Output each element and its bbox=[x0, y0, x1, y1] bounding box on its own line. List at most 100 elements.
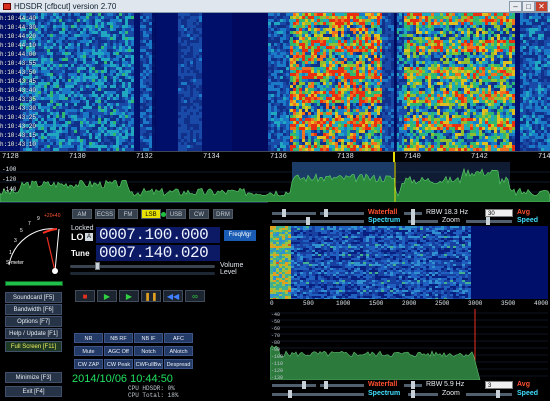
volume-slider-thumb[interactable] bbox=[95, 262, 100, 270]
frequency-tick: 7134 bbox=[203, 153, 220, 161]
stop-button[interactable]: ■ bbox=[75, 290, 95, 302]
rewind-button[interactable]: ◀◀ bbox=[163, 290, 183, 302]
audio-spectrum-controls-bottom: Waterfall RBW 5.9 Hz 3 Avg bbox=[268, 381, 550, 390]
frequency-tick: 7142 bbox=[471, 153, 488, 161]
dsp-button-despread[interactable]: Despread bbox=[164, 359, 193, 369]
waterfall-timestamp: h:10:44:10 bbox=[0, 42, 37, 49]
dsp-button-anotch[interactable]: ANotch bbox=[164, 346, 193, 356]
waterfall-slider-1[interactable] bbox=[272, 209, 316, 217]
level-label: Level bbox=[220, 269, 237, 276]
rbw-label-top: RBW bbox=[426, 209, 443, 216]
zoom-label-top: Zoom bbox=[442, 217, 460, 224]
dsp-button-cwfullbw[interactable]: CWFullBw bbox=[134, 359, 163, 369]
tune-label: Tune bbox=[71, 249, 90, 258]
waterfall-avg-dropdown[interactable]: 30 bbox=[485, 209, 513, 217]
s-meter-scale-label: 9 bbox=[37, 216, 40, 222]
audio-frequency-tick: 3000 bbox=[468, 300, 483, 307]
s-meter bbox=[8, 228, 60, 274]
rbw-value-top: 18.3 Hz bbox=[444, 209, 469, 216]
spectrum-slider-top[interactable] bbox=[272, 217, 364, 225]
dsp-button-agc-off[interactable]: AGC Off bbox=[104, 346, 133, 356]
rbw-slider-top[interactable] bbox=[404, 209, 422, 217]
main-spectrum-canvas[interactable]: -100-120-140 bbox=[0, 162, 550, 203]
frequency-tick: 7144 bbox=[538, 153, 550, 161]
waterfall-timestamp: h:10:43:10 bbox=[0, 141, 37, 148]
frequency-tick: 7138 bbox=[337, 153, 354, 161]
audio-frequency-tick: 1500 bbox=[369, 300, 384, 307]
mode-button-usb[interactable]: USB bbox=[166, 209, 186, 219]
spectrum-slider-bottom-3[interactable] bbox=[272, 390, 364, 398]
pause-button[interactable]: ❚❚ bbox=[141, 290, 161, 302]
sidebar-button-options[interactable]: Options [F7] bbox=[5, 316, 62, 327]
play-button[interactable]: ▶ bbox=[97, 290, 117, 302]
app-icon bbox=[3, 3, 11, 10]
mode-button-lsb[interactable]: LSB bbox=[141, 209, 161, 219]
dsp-button-cw-zap[interactable]: CW ZAP bbox=[74, 359, 103, 369]
sidebar-button-soundcard[interactable]: Soundcard [F5] bbox=[5, 292, 62, 303]
close-window-button[interactable]: ✕ bbox=[535, 1, 548, 12]
level-slider[interactable] bbox=[70, 272, 215, 275]
waterfall-timestamp: h:10:43:55 bbox=[0, 60, 37, 67]
dsp-button-mute[interactable]: Mute bbox=[74, 346, 103, 356]
waterfall-timestamp: h:10:43:50 bbox=[0, 69, 37, 76]
dsp-button-afc[interactable]: AFC bbox=[164, 333, 193, 343]
audio-waterfall[interactable] bbox=[270, 226, 548, 299]
sidebar-button-full-screen[interactable]: Full Screen [F11] bbox=[5, 341, 62, 352]
mode-button-fm[interactable]: FM bbox=[118, 209, 138, 219]
speed-slider-top[interactable] bbox=[466, 217, 512, 225]
spectrum-label-bottom: Spectrum bbox=[368, 390, 401, 397]
spectrum-slider-bottom-2[interactable] bbox=[320, 381, 364, 389]
main-waterfall[interactable]: h:10:44:40 h:10:44:30 h:10:44:20 h:10:44:10… bbox=[0, 13, 550, 151]
waterfall-slider-2[interactable] bbox=[320, 209, 364, 217]
waterfall-timestamp: h:10:44:20 bbox=[0, 33, 37, 40]
tune-marker[interactable] bbox=[393, 152, 395, 162]
dsp-button-nr[interactable]: NR bbox=[74, 333, 103, 343]
sidebar-button-minimize[interactable]: Minimize [F3] bbox=[5, 372, 62, 383]
dsp-button-cw-peak[interactable]: CW Peak bbox=[104, 359, 133, 369]
sidebar-button-bandwidth[interactable]: Bandwidth [F6] bbox=[5, 304, 62, 315]
mode-button-cw[interactable]: CW bbox=[189, 209, 209, 219]
lo-lock-button[interactable]: A bbox=[85, 233, 93, 241]
waterfall-canvas[interactable] bbox=[0, 13, 550, 151]
lo-frequency-display[interactable]: 0007.100.000 bbox=[96, 227, 220, 243]
s-meter-scale-label: 5 bbox=[20, 228, 23, 234]
lo-label: LO bbox=[71, 232, 84, 242]
waterfall-timestamp: h:10:43:45 bbox=[0, 78, 37, 85]
s-meter-scale-label: 3 bbox=[14, 238, 17, 244]
sidebar-button-help-update[interactable]: Help / Update [F1] bbox=[5, 328, 62, 339]
play-alt-button[interactable]: ▶ bbox=[119, 290, 139, 302]
speed-slider-bottom[interactable] bbox=[466, 390, 512, 398]
tune-frequency-display[interactable]: 0007.140.020 bbox=[96, 245, 220, 261]
loop-button[interactable]: ∞ bbox=[185, 290, 205, 302]
avg-label-top: Avg bbox=[517, 209, 530, 216]
volume-label: Volume bbox=[220, 262, 244, 269]
speed-label-top: Speed bbox=[517, 217, 539, 224]
frequency-axis[interactable]: 7128 7130 7132 7134 7136 7138 7140 7142 7144 bbox=[0, 151, 550, 162]
cpu-total-label: CPU Total: bbox=[128, 392, 165, 399]
zoom-slider-bottom[interactable] bbox=[408, 390, 438, 398]
main-spectrum[interactable]: -100 -120 -140 bbox=[0, 162, 550, 203]
spectrum-label-top: Spectrum bbox=[368, 217, 401, 224]
waterfall-timestamp: h:10:44:40 bbox=[0, 15, 37, 22]
freqmgr-button[interactable]: FreqMgr bbox=[224, 230, 256, 241]
audio-frequency-tick: 500 bbox=[303, 300, 314, 307]
spectrum-slider-bottom-1[interactable] bbox=[272, 381, 316, 389]
spectrum-avg-dropdown[interactable]: 3 bbox=[485, 381, 513, 389]
cpu-hdsdr: CPU HDSDR: 0% bbox=[128, 385, 175, 392]
maximize-window-button[interactable]: □ bbox=[522, 1, 535, 12]
speed-label-bottom: Speed bbox=[517, 390, 539, 397]
audio-spectrum[interactable]: -40-50-60-70-80-90-100-110-120-130 bbox=[270, 309, 548, 380]
volume-slider[interactable] bbox=[70, 262, 215, 270]
dsp-button-notch[interactable]: Notch bbox=[134, 346, 163, 356]
mode-button-drm[interactable]: DRM bbox=[213, 209, 233, 219]
cpu-total: CPU Total: 18% bbox=[128, 392, 178, 399]
cpu-hdsdr-value: 0% bbox=[167, 385, 175, 392]
dsp-button-nb-if[interactable]: NB IF bbox=[134, 333, 163, 343]
sidebar-button-exit[interactable]: Exit [F4] bbox=[5, 386, 62, 397]
dsp-button-nb-rf[interactable]: NB RF bbox=[104, 333, 133, 343]
mode-button-am[interactable]: AM bbox=[72, 209, 92, 219]
zoom-slider-top[interactable] bbox=[408, 217, 438, 225]
rbw-slider-bottom[interactable] bbox=[404, 381, 422, 389]
minimize-window-button[interactable]: – bbox=[509, 1, 522, 12]
mode-button-ecss[interactable]: ECSS bbox=[95, 209, 115, 219]
